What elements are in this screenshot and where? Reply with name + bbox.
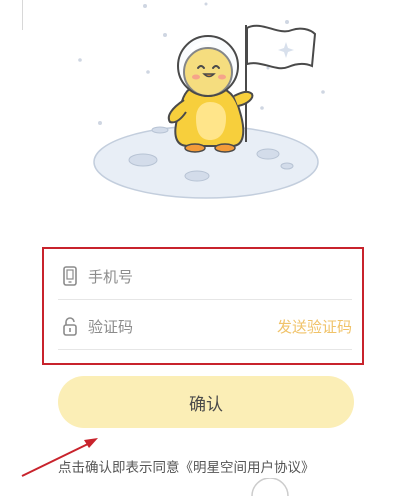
user-agreement-text[interactable]: 点击确认即表示同意《明星空间用户协议》 [58,456,315,476]
red-arrow-annotation [21,438,98,477]
star-dot [163,33,167,37]
star-dot [260,106,264,110]
verification-code-field[interactable]: 验证码 发送验证码 [58,303,352,350]
penguin-mascot [167,35,254,153]
star-dot [98,121,102,125]
phone-field[interactable]: 手机号 [58,253,352,300]
star-dot [78,58,82,62]
lock-icon [58,314,82,338]
star-dot [204,2,208,6]
phone-icon [58,264,82,288]
verification-code-input[interactable]: 验证码 [88,316,277,337]
star-dot [285,20,289,24]
astronaut-mascot-illustration [78,2,325,199]
bottom-partial-circle [251,478,289,497]
star-dot [146,70,150,74]
login-form-highlight: 手机号 验证码 发送验证码 [42,247,364,365]
phone-input[interactable]: 手机号 [88,266,352,287]
star-dot [143,4,147,8]
star-dot [321,90,325,94]
send-code-button[interactable]: 发送验证码 [277,316,352,337]
flag-icon [245,24,317,142]
